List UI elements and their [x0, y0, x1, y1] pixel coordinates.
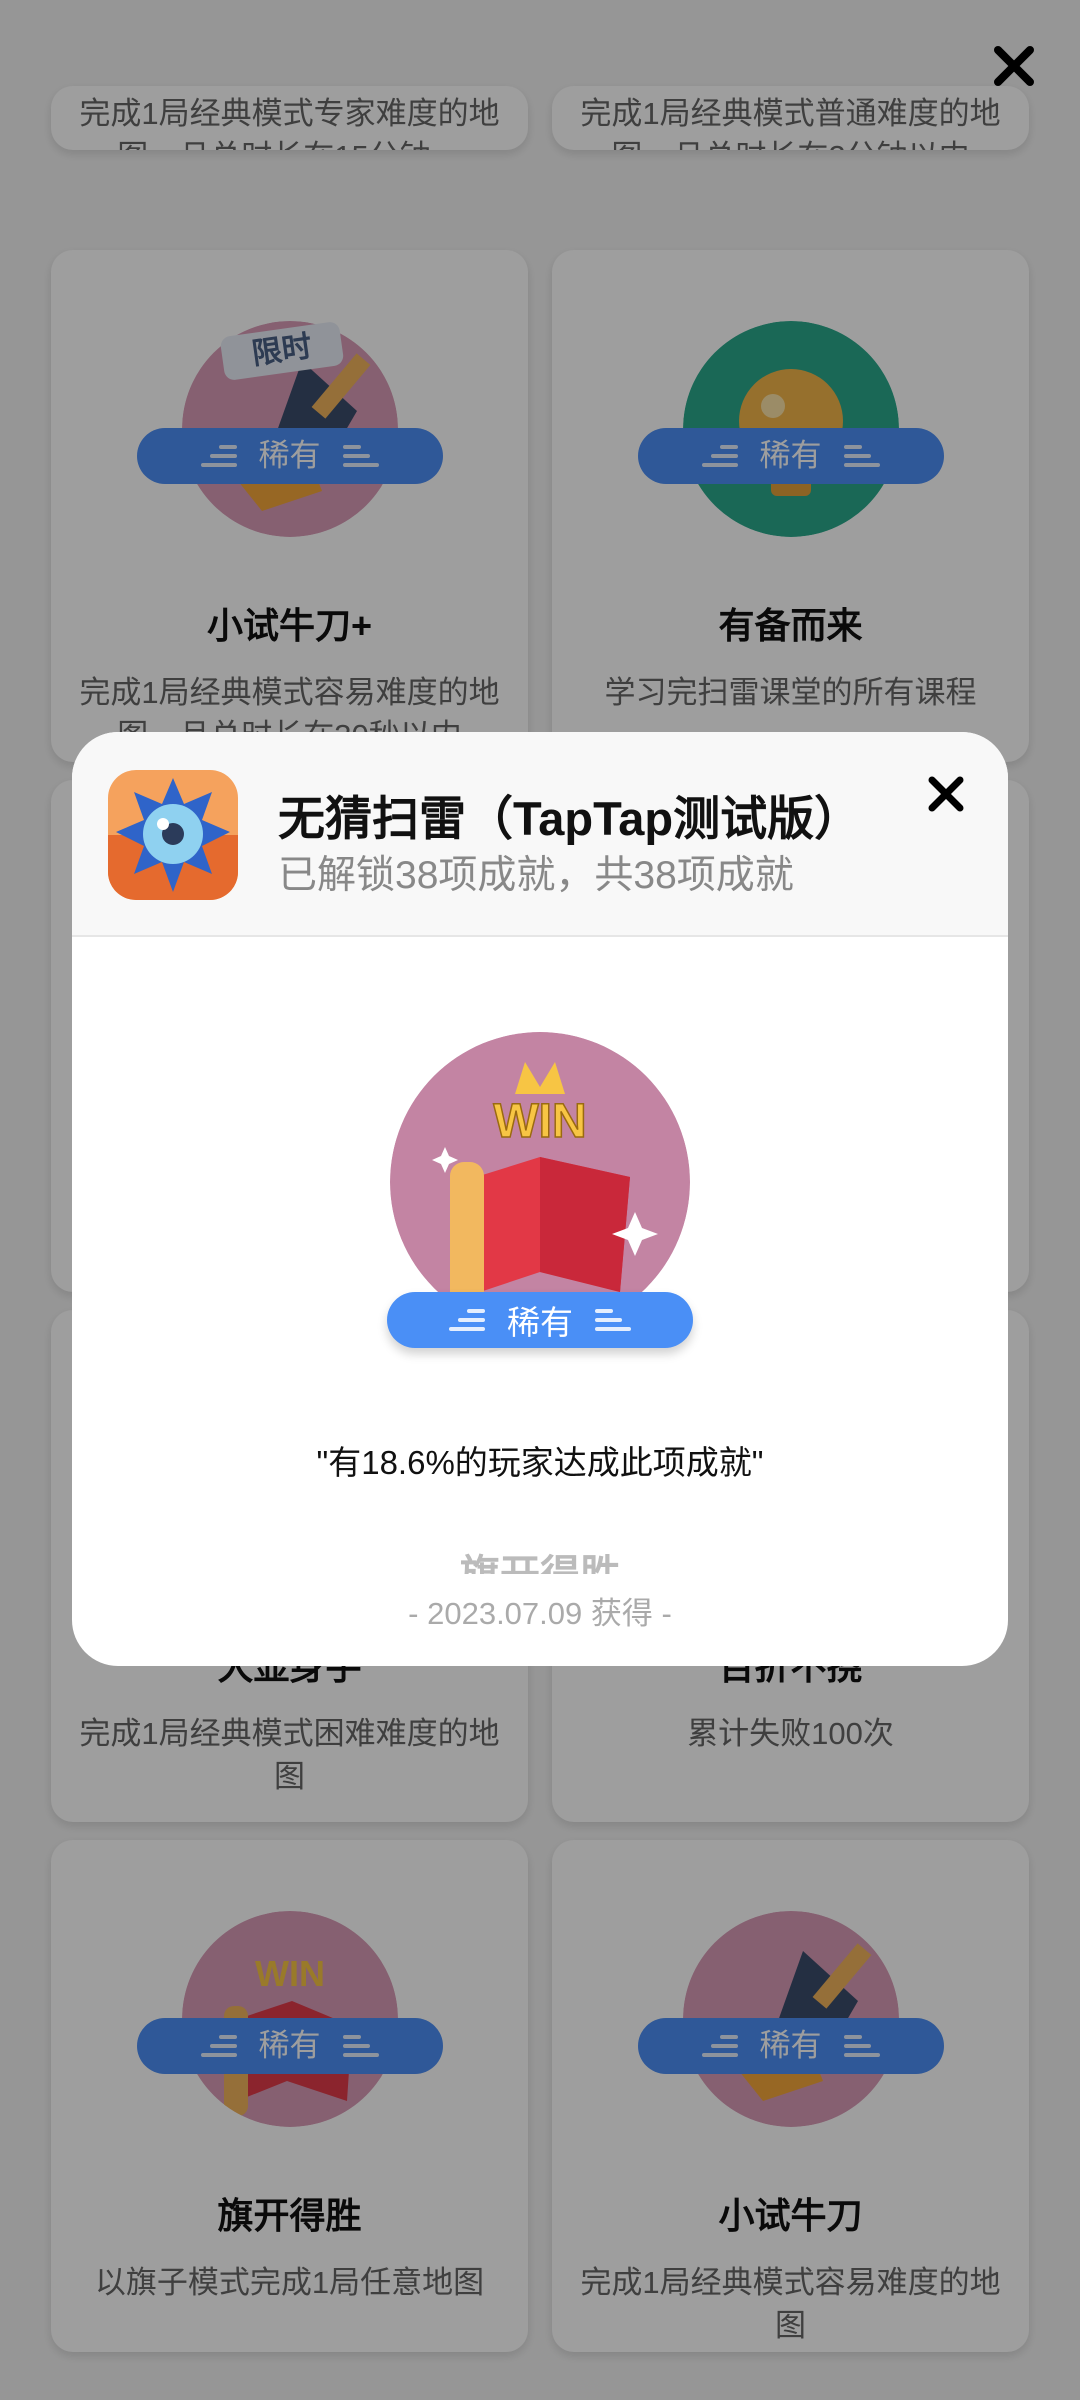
dialog-header: 无猜扫雷（TapTap测试版） 已解锁38项成就，共38项成就 [72, 732, 1008, 937]
rarity-ribbon: 稀有 [387, 1292, 693, 1348]
win-text: WIN [493, 1095, 586, 1148]
achievement-name: 旗开得胜 [72, 1542, 1008, 1574]
close-icon[interactable] [926, 774, 966, 814]
close-icon[interactable] [990, 42, 1038, 90]
flag-icon: WIN [390, 1032, 690, 1332]
achievements-screen: 完成1局经典模式专家难度的地图，且总时长在15分钟… 完成1局经典模式普通难度的… [0, 0, 1080, 2400]
achievement-rate-quote: "有18.6%的玩家达成此项成就" [316, 1444, 764, 1481]
app-title: 无猜扫雷（TapTap测试版） [278, 792, 862, 845]
unlock-progress-text: 已解锁38项成就，共38项成就 [278, 854, 794, 897]
rarity-label: 稀有 [507, 1304, 573, 1341]
obtained-date: - 2023.07.09 获得 - [408, 1596, 672, 1631]
achievement-detail-dialog: 无猜扫雷（TapTap测试版） 已解锁38项成就，共38项成就 WIN 稀有 "… [72, 732, 1008, 1666]
app-icon [108, 770, 238, 900]
